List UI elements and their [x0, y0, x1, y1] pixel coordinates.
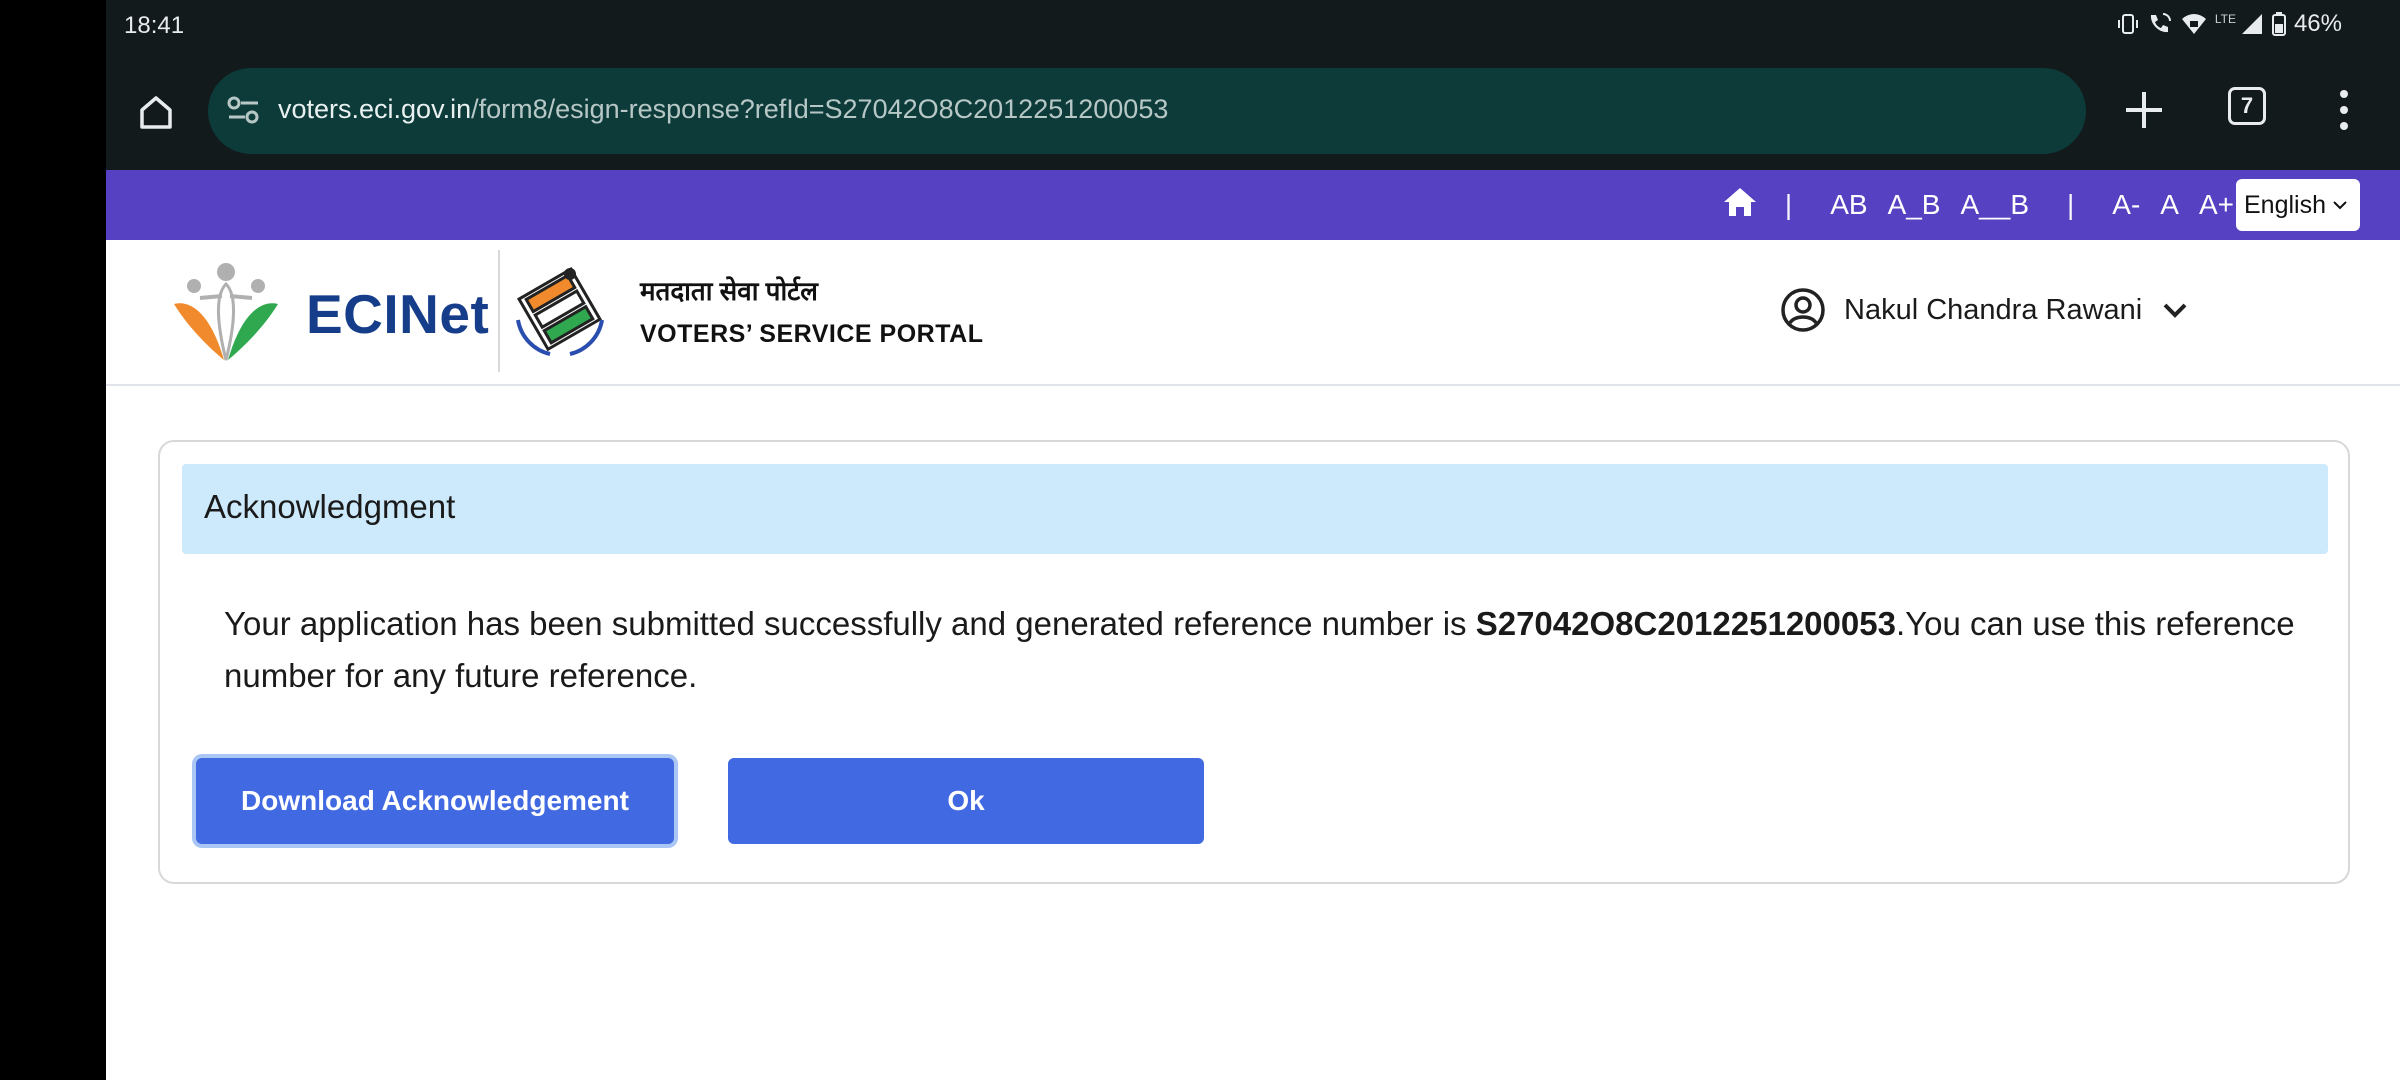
site-header: ECINet मतदाता सेवा पोर्टल VOTERS’ SERVIC…: [106, 240, 2400, 386]
device-left-edge: [0, 0, 106, 1080]
submission-message: Your application has been submitted succ…: [224, 598, 2304, 702]
home-icon: [140, 96, 172, 129]
chevron-down-icon: [2163, 303, 2187, 318]
font-style-a--b[interactable]: A__B: [1961, 189, 2030, 221]
signal-icon: [2240, 12, 2264, 36]
user-name: Nakul Chandra Rawani: [1844, 293, 2143, 326]
more-vert-icon: [2340, 90, 2348, 130]
user-menu[interactable]: Nakul Chandra Rawani: [1780, 282, 2190, 338]
acknowledgment-card: Acknowledgment Your application has been…: [158, 440, 2350, 884]
language-value: English: [2244, 190, 2326, 219]
portal-name-english: VOTERS’ SERVICE PORTAL: [640, 320, 984, 348]
eci-emblem-icon: [513, 263, 607, 357]
hotspot-icon: [2181, 12, 2207, 36]
font-size-normal[interactable]: A: [2160, 189, 2179, 221]
battery-icon: [2271, 12, 2286, 36]
home-link[interactable]: [1723, 186, 1757, 225]
url-text[interactable]: voters.eci.gov.in/form8/esign-response?r…: [278, 94, 1168, 125]
browser-toolbar: voters.eci.gov.in/form8/esign-response?r…: [106, 54, 2400, 170]
brand-name: ECINet: [306, 283, 490, 345]
browser-menu-button[interactable]: [2334, 88, 2354, 137]
lte-indicator: LTE: [2214, 12, 2236, 26]
ecinet-logo-icon: [174, 263, 278, 361]
font-style-a-b[interactable]: A_B: [1888, 189, 1941, 221]
status-bar: 18:41 LTE 46%: [106, 0, 2400, 54]
home-icon: [1723, 187, 1756, 216]
chevron-down-icon: [2333, 201, 2347, 210]
user-account-icon: [1781, 288, 1825, 332]
address-bar[interactable]: voters.eci.gov.in/form8/esign-response?r…: [208, 68, 2086, 154]
accessibility-controls: | AB A_B A__B | A- A A+: [1723, 170, 2244, 240]
site-settings-icon[interactable]: [226, 94, 262, 131]
status-time: 18:41: [124, 12, 185, 39]
font-size-increase[interactable]: A+: [2199, 189, 2234, 221]
url-host: voters.eci.gov.in: [278, 94, 472, 124]
status-icons: LTE 46%: [2117, 10, 2342, 38]
vibrate-icon: [2117, 13, 2139, 35]
card-header: Acknowledgment: [182, 464, 2328, 554]
tab-switcher-button[interactable]: 7: [2228, 87, 2266, 125]
reference-number: S27042O8C2012251200053: [1475, 605, 1896, 642]
plus-icon: [2126, 92, 2162, 128]
separator: |: [2067, 189, 2075, 220]
ok-button[interactable]: Ok: [728, 758, 1204, 844]
home-button[interactable]: [128, 84, 184, 140]
download-acknowledgement-button[interactable]: Download Acknowledgement: [196, 758, 674, 844]
card-title: Acknowledgment: [204, 488, 456, 525]
font-size-decrease[interactable]: A-: [2112, 189, 2140, 221]
portal-name-hindi: मतदाता सेवा पोर्टल: [640, 276, 818, 306]
separator: |: [1784, 189, 1793, 220]
new-tab-button[interactable]: [2118, 84, 2170, 141]
battery-percent: 46%: [2293, 10, 2342, 37]
header-divider: [498, 250, 500, 372]
phone-screen: 18:41 LTE 46% voters.eci.gov.in/form8/es…: [106, 0, 2400, 1080]
font-style-ab[interactable]: AB: [1830, 189, 1867, 221]
accessibility-bar: | AB A_B A__B | A- A A+ English: [106, 170, 2400, 240]
message-prefix: Your application has been submitted succ…: [224, 605, 1476, 642]
wifi-call-icon: [2147, 12, 2173, 36]
language-select[interactable]: English: [2236, 179, 2360, 231]
url-path: /form8/esign-response?refId=S27042O8C201…: [471, 94, 1169, 124]
